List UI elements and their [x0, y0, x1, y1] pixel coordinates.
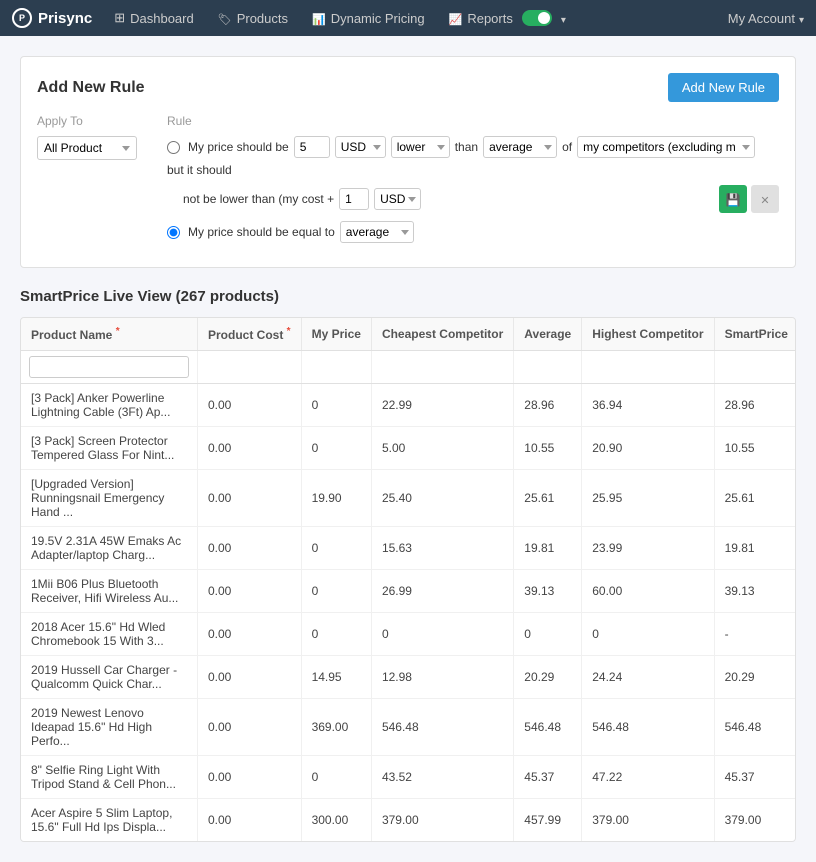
apply-to-column: Apply To All Product Category Brand Prod… — [37, 114, 147, 160]
brand-name: Prisync — [38, 10, 92, 27]
nav-dashboard[interactable]: Dashboard — [104, 0, 204, 36]
table-row: 19.5V 2.31A 45W Emaks Ac Adapter/laptop … — [21, 527, 796, 570]
add-new-rule-card: Add New Rule Add New Rule Apply To All P… — [20, 56, 796, 268]
nav-dashboard-label: Dashboard — [130, 11, 194, 26]
rule-label: Rule — [167, 114, 779, 128]
add-new-rule-button[interactable]: Add New Rule — [668, 73, 779, 102]
table-row: Acer Aspire 5 Slim Laptop, 15.6" Full Hd… — [21, 799, 796, 842]
nav-reports-label: Reports — [467, 11, 513, 26]
reports-chevron — [561, 11, 566, 26]
rule-row-1: My price should be USDEURGBP lowerhigher… — [167, 136, 779, 177]
floppy-icon — [726, 192, 741, 207]
nav-products[interactable]: Products — [208, 0, 298, 36]
reports-icon — [449, 11, 463, 26]
table-section-title: SmartPrice Live View (267 products) — [20, 288, 796, 305]
rule3-label: My price should be equal to — [188, 225, 335, 239]
table-row: 2018 Acer 15.6" Hd Wled Chromebook 15 Wi… — [21, 613, 796, 656]
account-chevron — [799, 11, 804, 26]
rule1-of-label: of — [562, 140, 572, 154]
rule1-text1: My price should be — [188, 140, 289, 154]
dashboard-icon — [114, 10, 125, 26]
table-row: 2019 Newest Lenovo Ideapad 15.6" Hd High… — [21, 699, 796, 756]
trash-icon — [760, 192, 769, 207]
rule1-direction-select[interactable]: lowerhigherequal — [391, 136, 450, 158]
nav-account[interactable]: My Account — [728, 11, 804, 26]
brand[interactable]: P Prisync — [12, 8, 92, 28]
smart-price-table: Product Name * Product Cost * My Price C… — [21, 318, 796, 841]
rule2-amount-input[interactable] — [339, 188, 369, 210]
card-header: Add New Rule Add New Rule — [37, 73, 779, 102]
toggle-knob — [538, 12, 550, 24]
navbar: P Prisync Dashboard Products Dynamic Pri… — [0, 0, 816, 36]
rule1-currency-select[interactable]: USDEURGBP — [335, 136, 386, 158]
table-row: 8" Selfie Ring Light With Tripod Stand &… — [21, 756, 796, 799]
main-content: Add New Rule Add New Rule Apply To All P… — [0, 36, 816, 862]
search-row — [21, 351, 796, 384]
rule3-radio[interactable] — [167, 226, 180, 239]
table-row: [Upgraded Version] Runningsnail Emergenc… — [21, 470, 796, 527]
nav-dynamic-pricing-label: Dynamic Pricing — [331, 11, 425, 26]
table-section: SmartPrice Live View (267 products) Prod… — [20, 288, 796, 842]
table-row: [3 Pack] Anker Powerline Lightning Cable… — [21, 384, 796, 427]
brand-icon: P — [12, 8, 32, 28]
table-wrapper: Product Name * Product Cost * My Price C… — [20, 317, 796, 842]
col-product-cost: Product Cost * — [198, 318, 302, 351]
rule3-avg-select[interactable]: averagecheapesthighest — [340, 221, 414, 243]
nav-reports[interactable]: Reports — [439, 0, 576, 36]
rule1-than-label: than — [455, 140, 478, 154]
apply-to-select[interactable]: All Product Category Brand Product — [37, 136, 137, 160]
rule-row-3: My price should be equal to averagecheap… — [167, 221, 779, 243]
rule1-competitors-select[interactable]: my competitors (excluding mall competito… — [577, 136, 755, 158]
rule1-but-label: but it should — [167, 163, 232, 177]
nav-dynamic-pricing[interactable]: Dynamic Pricing — [302, 0, 435, 36]
col-smart-price: SmartPrice — [714, 318, 796, 351]
rule-columns: Apply To All Product Category Brand Prod… — [37, 114, 779, 251]
product-name-search[interactable] — [29, 356, 189, 378]
card-title: Add New Rule — [37, 79, 145, 97]
apply-to-label: Apply To — [37, 114, 147, 128]
col-product-name: Product Name * — [21, 318, 198, 351]
search-cell — [21, 351, 198, 384]
col-my-price: My Price — [301, 318, 371, 351]
col-average: Average — [514, 318, 582, 351]
nav-account-label: My Account — [728, 11, 795, 26]
rule-row-2: not be lower than (my cost + USDEUR — [183, 185, 779, 213]
rule1-amount-input[interactable] — [294, 136, 330, 158]
col-cheapest: Cheapest Competitor — [371, 318, 513, 351]
table-row: 1Mii B06 Plus Bluetooth Receiver, Hifi W… — [21, 570, 796, 613]
rule2-text1: not be lower than (my cost + — [183, 192, 334, 206]
table-row: 2019 Hussell Car Charger - Qualcomm Quic… — [21, 656, 796, 699]
products-icon — [218, 11, 232, 26]
save-rule-button[interactable] — [719, 185, 747, 213]
rule2-currency-select[interactable]: USDEUR — [374, 188, 421, 210]
apply-select-wrapper: All Product Category Brand Product — [37, 136, 147, 160]
rule-column: Rule My price should be USDEURGBP lowerh… — [167, 114, 779, 251]
rule1-target-select[interactable]: averagecheapesthighest — [483, 136, 557, 158]
table-header-row: Product Name * Product Cost * My Price C… — [21, 318, 796, 351]
nav-products-label: Products — [237, 11, 288, 26]
col-highest: Highest Competitor — [582, 318, 714, 351]
table-row: [3 Pack] Screen Protector Tempered Glass… — [21, 427, 796, 470]
dynamic-pricing-icon — [312, 11, 326, 26]
delete-rule-button[interactable] — [751, 185, 779, 213]
reports-toggle[interactable] — [522, 10, 552, 26]
rule1-radio[interactable] — [167, 141, 180, 154]
rule-actions — [719, 185, 779, 213]
